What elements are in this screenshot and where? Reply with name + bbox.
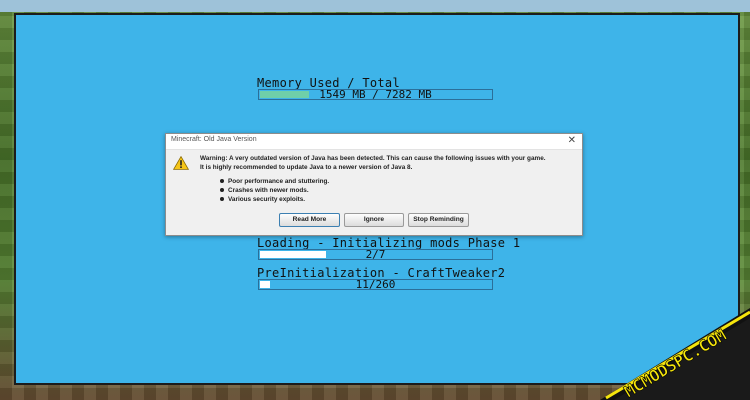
java-warning-dialog: Minecraft: Old Java Version ✕ Warning: A… [165,133,583,236]
dialog-message-line2: It is highly recommended to update Java … [200,164,413,171]
ignore-button[interactable]: Ignore [344,213,404,227]
preinit-bar-text: 11/260 [355,278,396,291]
loading-phase-bar-text: 2/7 [365,248,386,261]
list-item: Poor performance and stuttering. [219,177,329,186]
stop-reminding-button[interactable]: Stop Reminding [408,213,469,227]
memory-bar-text: 1549 MB / 7282 MB [319,88,432,101]
mcmodspc-watermark: MCMODSPC.COM [600,308,750,400]
list-item: Crashes with newer mods. [219,186,329,195]
memory-bar: 1549 MB / 7282 MB [258,88,493,101]
preinit-bar: 11/260 [258,278,493,291]
dialog-message: Warning: A very outdated version of Java… [200,154,576,172]
dialog-message-line1: Warning: A very outdated version of Java… [200,155,546,162]
read-more-button[interactable]: Read More [279,213,340,227]
close-icon[interactable]: ✕ [568,135,576,146]
loading-phase-bar: 2/7 [258,248,493,261]
dialog-title: Minecraft: Old Java Version [171,136,257,143]
list-item: Various security exploits. [219,195,329,204]
issues-list: Poor performance and stuttering. Crashes… [219,177,329,204]
warning-icon [173,156,189,170]
dialog-titlebar[interactable]: Minecraft: Old Java Version ✕ [166,134,582,150]
